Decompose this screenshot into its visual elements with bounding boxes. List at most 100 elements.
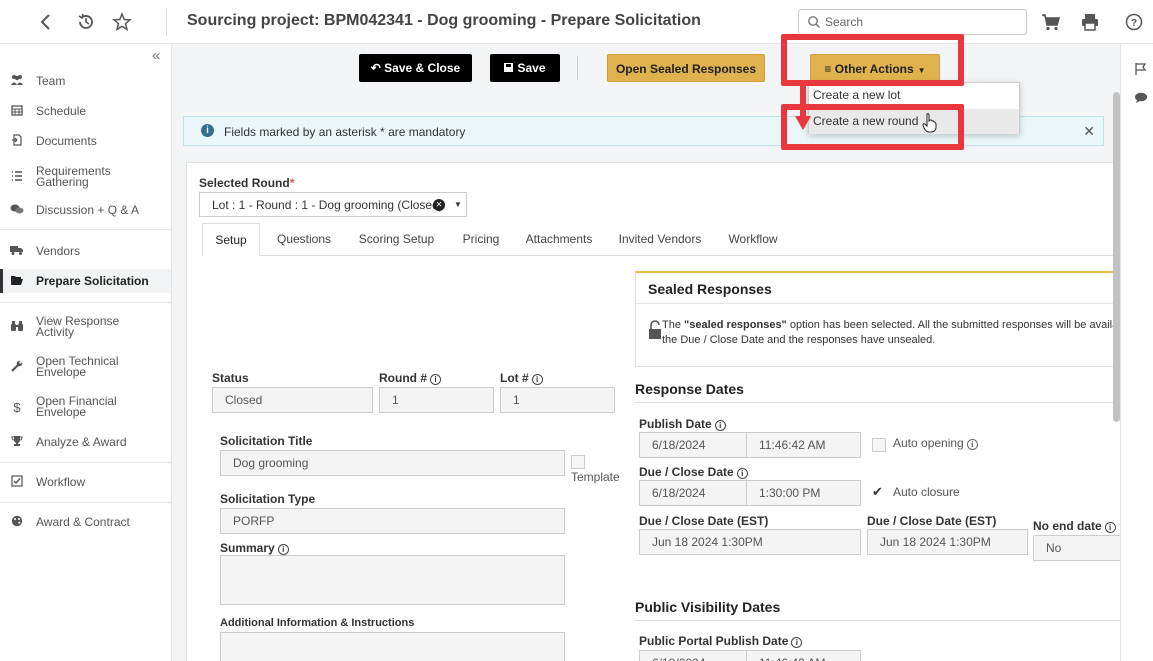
trophy-icon xyxy=(9,435,25,450)
sidebar-item-view-response[interactable]: View Response Activity xyxy=(0,312,171,342)
info-circle-icon: i xyxy=(430,374,441,385)
calendar-icon xyxy=(9,104,25,119)
solicitation-type-label: Solicitation Type xyxy=(220,492,316,506)
sidebar-item-label: Workflow xyxy=(36,474,86,489)
unlock-icon xyxy=(649,320,661,339)
sidebar-item-label: Documents xyxy=(36,133,97,148)
star-icon[interactable] xyxy=(111,11,133,33)
sealed-heading: Sealed Responses xyxy=(648,281,772,297)
auto-opening-label: Auto opening i xyxy=(893,436,978,450)
sidebar-item-analyze-award[interactable]: Analyze & Award xyxy=(0,433,171,451)
wrench-icon xyxy=(9,360,25,375)
discussion-icon xyxy=(9,203,25,218)
back-arrow-icon[interactable] xyxy=(35,11,57,33)
auto-closure-label: Auto closure xyxy=(893,485,960,499)
sidebar-item-award-contract[interactable]: Award & Contract xyxy=(0,513,171,531)
print-icon[interactable] xyxy=(1080,12,1100,32)
solicitation-title-field[interactable]: Dog grooming xyxy=(220,450,565,476)
info-text: Fields marked by an asterisk * are manda… xyxy=(224,125,466,139)
sidebar-item-team[interactable]: Team xyxy=(0,72,171,90)
info-circle-icon: i xyxy=(277,544,289,555)
template-checkbox[interactable] xyxy=(571,455,585,469)
summary-textarea[interactable] xyxy=(220,555,565,605)
search-input[interactable] xyxy=(825,13,1020,31)
tab-bar: Setup Questions Scoring Setup Pricing At… xyxy=(202,223,1127,256)
page-title: Sourcing project: BPM042341 - Dog groomi… xyxy=(187,12,701,29)
save-button[interactable]: Save xyxy=(490,54,560,82)
floppy-icon xyxy=(504,63,514,72)
additional-info-textarea[interactable] xyxy=(220,632,565,661)
help-icon[interactable]: ? xyxy=(1124,12,1144,32)
sidebar-item-financial-envelope[interactable]: $ Open Financial Envelope xyxy=(0,392,171,422)
info-circle-icon: i xyxy=(531,374,543,385)
team-icon xyxy=(9,74,25,89)
due-close-est-field-2: Jun 18 2024 1:30PM xyxy=(867,529,1028,555)
collapse-sidebar-icon[interactable]: « xyxy=(152,47,160,64)
section-divider xyxy=(635,402,1127,403)
sidebar-item-documents[interactable]: Documents xyxy=(0,132,171,150)
due-close-est-field: Jun 18 2024 1:30PM xyxy=(639,529,861,555)
sidebar-item-prepare-solicitation[interactable]: Prepare Solicitation xyxy=(0,269,171,293)
sidebar-item-technical-envelope[interactable]: Open Technical Envelope xyxy=(0,352,171,382)
sidebar-divider xyxy=(0,229,171,230)
additional-info-label: Additional Information & Instructions xyxy=(220,617,415,629)
auto-opening-checkbox[interactable] xyxy=(872,438,886,452)
caret-down-icon[interactable]: ▼ xyxy=(454,193,462,216)
info-circle-icon: i xyxy=(1104,522,1116,533)
sidebar-item-label: Analyze & Award xyxy=(36,434,127,449)
no-end-date-label: No end date i xyxy=(1033,519,1116,533)
tab-pricing[interactable]: Pricing xyxy=(461,223,501,256)
search-box[interactable] xyxy=(798,9,1027,35)
portal-publish-date-field: 6/18/2024 xyxy=(639,650,747,661)
flag-icon[interactable] xyxy=(1134,62,1148,76)
hand-cursor-icon xyxy=(922,113,937,133)
save-label: Save xyxy=(517,61,546,75)
tab-questions[interactable]: Questions xyxy=(276,223,332,256)
sidebar-item-schedule[interactable]: Schedule xyxy=(0,102,171,120)
documents-icon xyxy=(9,133,25,149)
round-select-value: Lot : 1 - Round : 1 - Dog grooming (Clos… xyxy=(212,198,443,212)
info-circle-icon: i xyxy=(966,439,978,450)
sidebar: « Team Schedule Documents Requirements G… xyxy=(0,44,172,661)
sidebar-item-label: Schedule xyxy=(36,103,87,118)
comment-icon[interactable] xyxy=(1134,92,1148,104)
search-icon xyxy=(808,16,821,29)
sidebar-item-label: View Response Activity xyxy=(36,314,120,339)
lot-number-field: 1 xyxy=(500,387,615,413)
sidebar-item-vendors[interactable]: Vendors xyxy=(0,242,171,260)
truck-icon xyxy=(9,244,25,259)
tab-scoring-setup[interactable]: Scoring Setup xyxy=(354,223,439,256)
save-close-label: Save & Close xyxy=(384,61,461,75)
tab-setup[interactable]: Setup xyxy=(202,223,260,256)
open-sealed-responses-button[interactable]: Open Sealed Responses xyxy=(607,54,765,82)
clear-circle-icon[interactable]: ✕ xyxy=(433,199,445,211)
sidebar-item-label: Award & Contract xyxy=(36,514,130,529)
sidebar-item-workflow[interactable]: Workflow xyxy=(0,473,171,491)
header-divider xyxy=(166,8,167,36)
tab-invited-vendors[interactable]: Invited Vendors xyxy=(616,223,704,256)
save-close-button[interactable]: ↶ Save & Close xyxy=(359,54,472,82)
round-select[interactable]: Lot : 1 - Round : 1 - Dog grooming (Clos… xyxy=(199,192,467,217)
info-circle-icon: i xyxy=(736,468,748,479)
template-label: Template xyxy=(571,470,620,484)
scrollbar[interactable] xyxy=(1113,92,1120,422)
sidebar-item-discussion[interactable]: Discussion + Q & A xyxy=(0,201,171,219)
toolbar-divider xyxy=(577,56,578,80)
sidebar-divider xyxy=(0,462,171,463)
close-icon[interactable]: ✕ xyxy=(1083,123,1095,140)
public-visibility-heading: Public Visibility Dates xyxy=(635,599,781,615)
round-number-label: Round # i xyxy=(379,371,441,385)
history-icon[interactable] xyxy=(75,11,97,33)
publish-time-field: 11:46:42 AM xyxy=(746,432,861,458)
sidebar-item-requirements[interactable]: Requirements Gathering xyxy=(0,162,171,192)
status-label: Status xyxy=(212,371,249,385)
solicitation-type-field: PORFP xyxy=(220,508,565,534)
due-close-est-label-2: Due / Close Date (EST) xyxy=(867,514,997,528)
checkmark-icon[interactable]: ✔ xyxy=(872,484,883,500)
cart-icon[interactable] xyxy=(1041,12,1061,32)
solicitation-card: Selected Round* Lot : 1 - Round : 1 - Do… xyxy=(186,162,1127,661)
tab-workflow[interactable]: Workflow xyxy=(724,223,782,256)
tab-attachments[interactable]: Attachments xyxy=(522,223,596,256)
checkbox-icon xyxy=(9,474,25,490)
top-bar: Sourcing project: BPM042341 - Dog groomi… xyxy=(0,0,1153,44)
